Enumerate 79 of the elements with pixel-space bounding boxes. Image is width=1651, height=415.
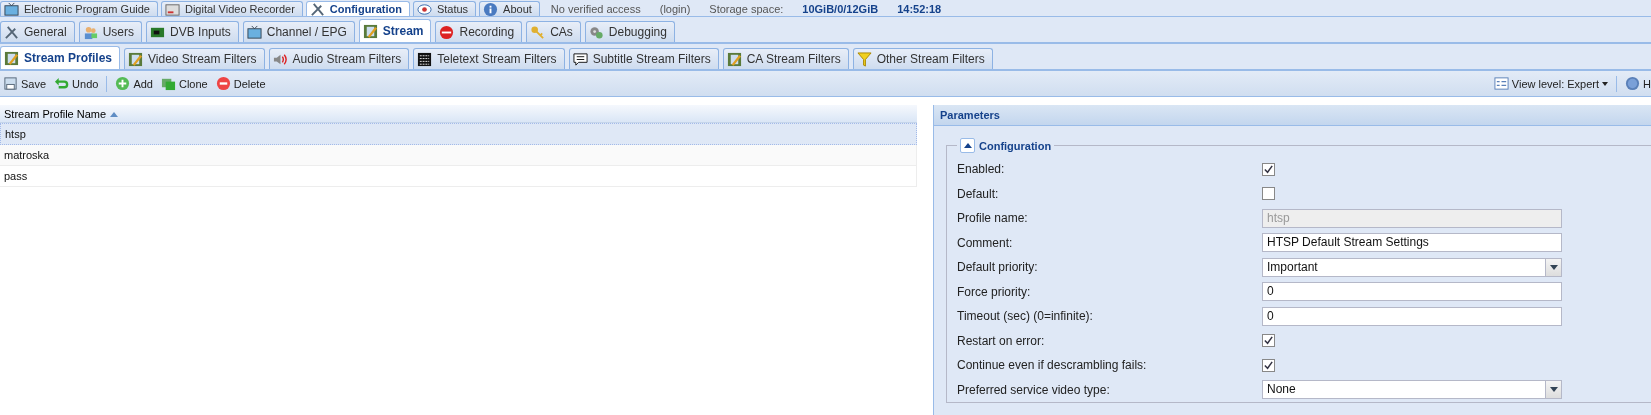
collapse-button[interactable] [960, 138, 975, 153]
config-tab[interactable]: Stream [358, 19, 432, 42]
clock-time: 14:52:18 [896, 2, 943, 16]
stream-tab[interactable]: Other Stream Filters [852, 48, 993, 69]
key-icon [530, 24, 546, 40]
column-header[interactable]: Stream Profile Name [0, 108, 123, 122]
stream-tab[interactable]: Video Stream Filters [124, 48, 265, 69]
login-link[interactable]: (login) [651, 2, 699, 16]
config-tab[interactable]: DVB Inputs [146, 21, 239, 42]
toolbar-button[interactable]: Add [113, 76, 155, 91]
field-label: Default priority: [957, 260, 1039, 275]
list-icon [1493, 76, 1509, 91]
tv-icon [4, 1, 19, 16]
film-icon [4, 50, 19, 66]
panel-header: Parameters [934, 105, 1651, 126]
main-tab[interactable]: Configuration [305, 1, 410, 16]
funnel-icon [856, 51, 872, 67]
field-label: Force priority: [957, 284, 1032, 299]
field-label: Restart on error: [957, 333, 1046, 348]
stream-tab[interactable]: Stream Profiles [0, 46, 121, 69]
field-label: Enabled: [957, 162, 1006, 177]
config-tab[interactable]: Recording [435, 21, 523, 42]
users-icon [82, 24, 98, 40]
clone-icon [160, 76, 176, 91]
grid-icon [417, 51, 433, 67]
tools-icon [4, 24, 19, 40]
config-tab[interactable]: Channel / EPG [242, 21, 355, 42]
view-level-dropdown[interactable]: View level: Expert [1491, 76, 1611, 91]
delete-icon [215, 76, 231, 91]
main-tab[interactable]: Status [412, 1, 477, 16]
storage-label: Storage space: [708, 2, 785, 16]
storage-value: 10GiB/0/12GiB [801, 2, 880, 16]
field-label: Comment: [957, 235, 1014, 250]
text-field[interactable]: 0 [1262, 282, 1562, 302]
checkbox[interactable] [1262, 187, 1275, 201]
text-field[interactable]: HTSP Default Stream Settings [1262, 233, 1562, 253]
dropdown-field[interactable]: Important [1262, 257, 1562, 277]
access-status: No verified access [549, 2, 642, 16]
toolbar-button[interactable]: Save [1, 76, 49, 91]
table-row[interactable]: matroska [0, 145, 917, 166]
help-icon [1625, 76, 1641, 91]
main-tab[interactable]: About [479, 1, 540, 16]
table-row[interactable]: pass [0, 166, 917, 187]
toolbar-button[interactable]: Undo [52, 76, 101, 91]
main-tab[interactable]: Digital Video Recorder [160, 1, 303, 16]
add-icon [115, 76, 131, 91]
recorder-icon [164, 1, 180, 16]
toolbar-button[interactable]: Clone [158, 76, 210, 91]
stream-tab[interactable]: Subtitle Stream Filters [568, 48, 719, 69]
tv-icon [246, 24, 262, 40]
stream-tab[interactable]: Audio Stream Filters [268, 48, 410, 69]
speech-bubble-icon [572, 51, 588, 67]
checkbox[interactable] [1262, 358, 1275, 372]
film-icon [362, 23, 378, 39]
dropdown-field[interactable]: None [1262, 380, 1562, 400]
stream-tab[interactable]: CA Stream Filters [722, 48, 849, 69]
checkbox[interactable] [1262, 334, 1275, 348]
field-label: Preferred service video type: [957, 382, 1111, 397]
stream-tab[interactable]: Teletext Stream Filters [413, 48, 565, 69]
undo-icon [54, 76, 70, 91]
field-label: Default: [957, 186, 1000, 201]
table-row[interactable]: htsp [0, 123, 917, 145]
config-tab[interactable]: Users [78, 21, 143, 42]
section-title: Configuration [979, 139, 1052, 152]
help-button[interactable]: H [1623, 76, 1651, 91]
field-label: Continue even if descrambling fails: [957, 358, 1148, 373]
config-tab[interactable]: General [0, 21, 75, 42]
film-icon [726, 51, 742, 67]
checkbox[interactable] [1262, 162, 1275, 176]
film-icon [128, 51, 144, 67]
config-tab[interactable]: CAs [526, 21, 581, 42]
field-label: Profile name: [957, 211, 1029, 226]
text-field[interactable]: 0 [1262, 306, 1562, 326]
toolbar-button[interactable]: Delete [213, 76, 268, 91]
info-icon [483, 1, 499, 16]
main-tab[interactable]: Electronic Program Guide [0, 1, 158, 16]
field-label: Timeout (sec) (0=infinite): [957, 309, 1094, 324]
config-tab[interactable]: Debugging [584, 21, 675, 42]
eye-icon [416, 1, 432, 16]
